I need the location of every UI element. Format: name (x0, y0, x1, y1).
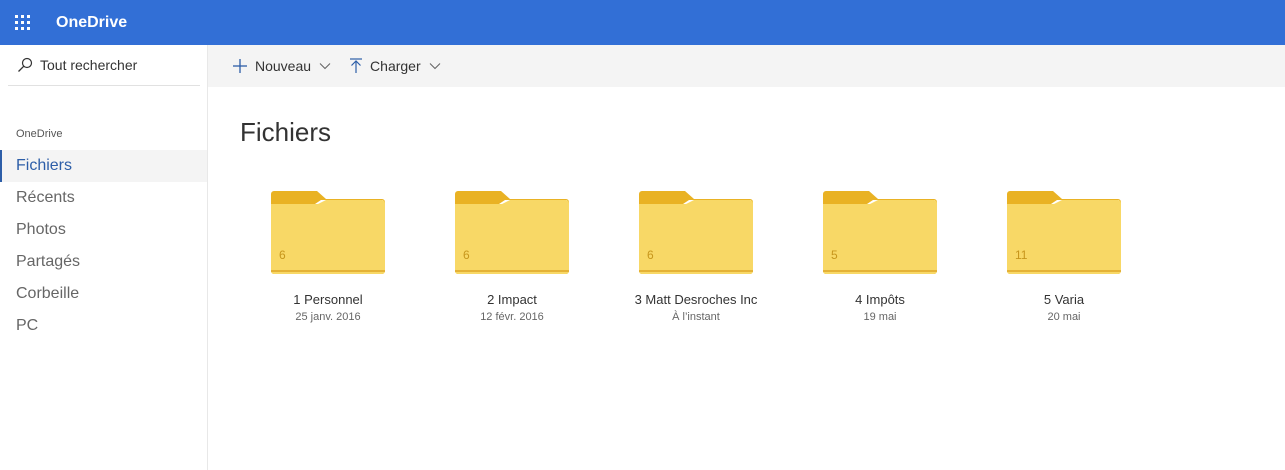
folder-tile[interactable]: 6 1 Personnel 25 janv. 2016 (253, 190, 403, 323)
folder-tile[interactable]: 11 5 Varia 20 mai (989, 190, 1139, 323)
new-button[interactable]: Nouveau (208, 45, 339, 87)
upload-button[interactable]: Charger (339, 45, 449, 87)
sidebar-item-partages[interactable]: Partagés (0, 246, 207, 278)
search-box[interactable]: Tout rechercher (8, 45, 200, 86)
folder-tile[interactable]: 6 2 Impact 12 févr. 2016 (437, 190, 587, 323)
sidebar-item-photos[interactable]: Photos (0, 214, 207, 246)
folder-item-count: 6 (647, 248, 654, 262)
folder-icon: 6 (455, 190, 569, 274)
folder-icon: 11 (1007, 190, 1121, 274)
sidebar-nav: Fichiers Récents Photos Partagés Corbeil… (0, 150, 207, 342)
folder-item-count: 11 (1015, 248, 1028, 262)
folder-name[interactable]: 5 Varia (989, 292, 1139, 307)
folder-tile[interactable]: 5 4 Impôts 19 mai (805, 190, 955, 323)
folder-name[interactable]: 2 Impact (437, 292, 587, 307)
app-launcher-button[interactable] (0, 0, 45, 45)
plus-icon (233, 59, 247, 73)
sidebar: Tout rechercher OneDrive Fichiers Récent… (0, 45, 208, 470)
folder-icon: 6 (639, 190, 753, 274)
chevron-down-icon (319, 63, 331, 70)
new-button-label: Nouveau (255, 58, 312, 74)
chevron-down-icon (429, 63, 441, 70)
folder-tile[interactable]: 6 3 Matt Desroches Inc À l’instant (621, 190, 771, 323)
folder-item-count: 5 (831, 248, 838, 262)
top-bar: OneDrive (0, 0, 1285, 45)
folder-date: 25 janv. 2016 (295, 311, 361, 323)
folder-item-count: 6 (279, 248, 286, 262)
folder-item-count: 6 (463, 248, 470, 262)
sidebar-section-label: OneDrive (16, 128, 63, 140)
command-bar: Nouveau Charger (208, 45, 1285, 87)
brand-title[interactable]: OneDrive (56, 14, 127, 32)
folder-name[interactable]: 4 Impôts (805, 292, 955, 307)
sidebar-item-fichiers[interactable]: Fichiers (0, 150, 207, 182)
search-icon (18, 57, 33, 72)
folder-icon: 5 (823, 190, 937, 274)
folder-date: 20 mai (1047, 311, 1081, 323)
search-placeholder: Tout rechercher (40, 57, 138, 73)
sidebar-item-pc[interactable]: PC (0, 310, 207, 342)
folder-date: 12 févr. 2016 (480, 311, 544, 323)
folder-name[interactable]: 3 Matt Desroches Inc (621, 292, 771, 307)
folder-date: À l’instant (672, 311, 720, 323)
folder-date: 19 mai (863, 311, 897, 323)
page-title: Fichiers (240, 117, 332, 147)
upload-icon (350, 58, 363, 73)
folder-name[interactable]: 1 Personnel (253, 292, 403, 307)
sidebar-item-corbeille[interactable]: Corbeille (0, 278, 207, 310)
app-launcher-icon (15, 15, 30, 30)
folder-icon: 6 (271, 190, 385, 274)
upload-button-label: Charger (370, 58, 421, 74)
sidebar-item-recents[interactable]: Récents (0, 182, 207, 214)
